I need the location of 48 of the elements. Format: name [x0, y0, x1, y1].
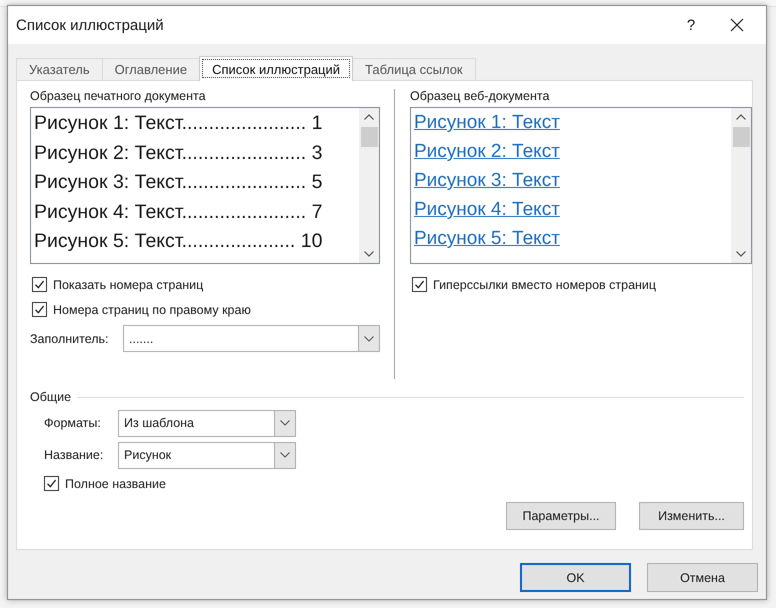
- button[interactable]: Параметры...: [506, 502, 616, 530]
- chevron-down-icon: [736, 251, 746, 257]
- button[interactable]: Отмена: [647, 563, 758, 592]
- chevron-down-icon: [280, 452, 290, 458]
- scrollbar[interactable]: [359, 108, 379, 263]
- preview-entry: Рисунок 3: Текст....................... 5: [34, 170, 324, 195]
- checkbox[interactable]: [32, 302, 47, 317]
- preview-entry: Рисунок 1: Текст....................... 1: [34, 111, 324, 136]
- checkbox-label: Полное название: [65, 476, 166, 490]
- preview-entry: Рисунок 5: Текст..................... 10: [34, 229, 324, 254]
- chevron-down-icon: [364, 251, 374, 257]
- chevron-up-icon: [364, 114, 374, 120]
- chevron-down-icon: [280, 420, 290, 426]
- scrollbar[interactable]: [731, 108, 751, 263]
- dropdown[interactable]: .......: [123, 325, 380, 352]
- chevron-down-icon: [364, 336, 374, 342]
- field-label: Заполнитель:: [30, 332, 110, 346]
- checkbox[interactable]: [44, 476, 59, 491]
- tab[interactable]: Список иллюстраций: [199, 56, 354, 81]
- chevron-up-icon: [736, 114, 746, 120]
- preview-link[interactable]: Рисунок 5: Текст: [414, 228, 560, 249]
- preview-entry: Рисунок 2: Текст....................... 3: [34, 140, 324, 166]
- dropdown[interactable]: Из шаблона: [118, 410, 296, 436]
- window-title: Список иллюстраций: [16, 16, 164, 34]
- preview-link[interactable]: Рисунок 4: Текст: [414, 199, 560, 220]
- section-label: Образец веб-документа: [410, 89, 550, 105]
- close-icon: [730, 18, 744, 32]
- section-label: Образец печатного документа: [30, 89, 207, 105]
- checkbox[interactable]: [412, 277, 427, 292]
- button[interactable]: OK: [520, 563, 631, 592]
- checkbox-label: Гиперссылки вместо номеров страниц: [433, 278, 656, 292]
- preview-link[interactable]: Рисунок 3: Текст: [414, 170, 560, 191]
- scrollbar-thumb[interactable]: [360, 127, 378, 147]
- tab[interactable]: Указатель: [16, 58, 103, 80]
- field-label: Название:: [44, 448, 104, 462]
- preview-entry: Рисунок 4: Текст....................... 7: [34, 200, 324, 224]
- preview-link[interactable]: Рисунок 1: Текст: [414, 112, 560, 133]
- help-button[interactable]: ?: [668, 6, 714, 44]
- checkbox-label: Номера страниц по правому краю: [53, 302, 251, 316]
- tab[interactable]: Таблица ссылок: [352, 58, 476, 80]
- button[interactable]: Изменить...: [639, 502, 744, 530]
- preview-link[interactable]: Рисунок 2: Текст: [414, 141, 560, 162]
- scrollbar-thumb[interactable]: [732, 127, 750, 147]
- checkbox[interactable]: [32, 277, 47, 292]
- field-label: Форматы:: [44, 416, 102, 430]
- dropdown[interactable]: Рисунок: [118, 442, 296, 468]
- checkbox-label: Показать номера страниц: [53, 278, 204, 292]
- section-title: Общие: [30, 390, 72, 404]
